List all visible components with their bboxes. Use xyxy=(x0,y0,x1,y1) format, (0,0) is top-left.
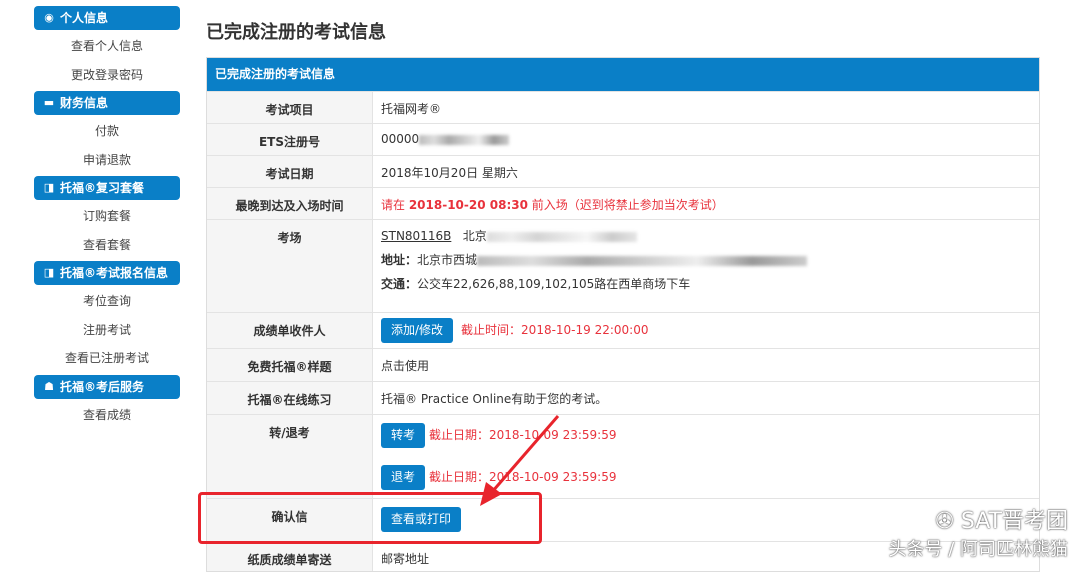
label: 考试日期 xyxy=(207,156,373,187)
sidebar-item[interactable]: 查看个人信息 xyxy=(34,34,180,63)
value: 托福网考® xyxy=(381,102,442,116)
redacted xyxy=(419,134,510,145)
section-title: 托福®复习套餐 xyxy=(60,181,145,195)
sidebar-item[interactable]: 注册考试 xyxy=(34,318,180,347)
book-icon: ◨ xyxy=(43,181,55,194)
traffic: 公交车22,626,88,109,102,105路在西单商场下车 xyxy=(417,277,691,291)
label: 最晚到达及入场时间 xyxy=(207,188,373,219)
book-icon: ◨ xyxy=(43,266,55,279)
wechat-icon: ✇ xyxy=(935,509,961,534)
add-edit-button[interactable]: 添加/修改 xyxy=(381,318,454,343)
row-practice: 托福®在线练习 托福® Practice Online有助于您的考试。 xyxy=(207,381,1039,414)
label: 考场 xyxy=(207,220,373,312)
transfer-button[interactable]: 转考 xyxy=(381,423,426,448)
sidebar-section-header[interactable]: ◉ 个人信息 xyxy=(34,6,180,30)
value: 00000 xyxy=(381,132,420,146)
sidebar-item[interactable]: 考位查询 xyxy=(34,289,180,318)
sidebar-item[interactable]: 申请退款 xyxy=(34,148,180,177)
value: 2018年10月20日 星期六 xyxy=(381,166,518,180)
sidebar-section-header[interactable]: ☗ 托福®考后服务 xyxy=(34,374,180,399)
addr-label: 地址： xyxy=(381,253,418,267)
sample-link[interactable]: 点击使用 xyxy=(373,349,1039,381)
sidebar-section-header[interactable]: ◨ 托福®复习套餐 xyxy=(34,176,180,200)
credit-card-icon: ▬ xyxy=(43,96,55,109)
sidebar-item[interactable]: 订购套餐 xyxy=(34,204,180,233)
addr: 北京市西城 xyxy=(417,253,478,267)
section-title: 财务信息 xyxy=(60,96,109,110)
arrival-time: 2018-10-20 08:30 xyxy=(408,198,528,212)
row-venue: 考场 STN80116B 北京 地址：北京市西城 交通：公交车22,626,88… xyxy=(207,219,1039,312)
label: 成绩单收件人 xyxy=(207,313,373,348)
watermark-title: ✇ SAT晋考团 xyxy=(935,503,1068,535)
section-title: 个人信息 xyxy=(60,11,109,25)
panel-header: 已完成注册的考试信息 xyxy=(207,58,1039,91)
row-exam-item: 考试项目 托福网考® xyxy=(207,91,1039,123)
deadline: 截止时间：2018-10-19 22:00:00 xyxy=(461,323,649,337)
sidebar-item[interactable]: 查看已注册考试 xyxy=(34,346,180,375)
row-exam-date: 考试日期 2018年10月20日 星期六 xyxy=(207,155,1039,187)
row-ets-number: ETS注册号 00000 xyxy=(207,123,1039,155)
sidebar-item[interactable]: 更改登录密码 xyxy=(34,63,180,92)
page-title: 已完成注册的考试信息 xyxy=(206,22,386,43)
sidebar-item[interactable]: 付款 xyxy=(34,119,180,148)
sidebar-section-header[interactable]: ◨ 托福®考试报名信息 xyxy=(34,261,180,285)
label: 免费托福®样题 xyxy=(207,349,373,381)
watermark-author: 头条号 / 阿司匹林熊猫 xyxy=(888,539,1068,560)
hand-icon: ☗ xyxy=(44,379,54,393)
row-sample: 免费托福®样题 点击使用 xyxy=(207,348,1039,381)
row-transfer: 转/退考 转考 截止日期：2018-10-09 23:59:59 退考 截止日期：2… xyxy=(207,414,1039,498)
venue-code-link[interactable]: STN80116B xyxy=(381,229,451,243)
section-title: 托福®考试报名信息 xyxy=(60,266,169,280)
redacted xyxy=(477,255,808,266)
value: 请在 xyxy=(381,198,409,212)
sidebar-item[interactable]: 查看套餐 xyxy=(34,233,180,262)
label: 托福®在线练习 xyxy=(207,382,373,414)
user-circle-icon: ◉ xyxy=(44,11,54,24)
traffic-label: 交通： xyxy=(381,277,418,291)
section-title: 托福®考后服务 xyxy=(60,379,145,394)
red-arrow-annotation xyxy=(480,415,560,506)
label: 考试项目 xyxy=(207,92,373,123)
venue-city: 北京 xyxy=(462,229,487,243)
label: ETS注册号 xyxy=(207,124,373,155)
redacted xyxy=(486,231,637,242)
sidebar-section-header[interactable]: ▬ 财务信息 xyxy=(34,91,180,115)
watermark-text: SAT晋考团 xyxy=(960,509,1068,534)
value: 前入场（迟到将禁止参加当次考试） xyxy=(527,198,724,212)
row-recipient: 成绩单收件人 添加/修改 截止时间：2018-10-19 22:00:00 xyxy=(207,312,1039,348)
label: 纸质成绩单寄送 xyxy=(207,542,373,571)
cancel-exam-button[interactable]: 退考 xyxy=(381,465,426,490)
row-arrival: 最晚到达及入场时间 请在 2018-10-20 08:30 前入场（迟到将禁止参… xyxy=(207,187,1039,219)
sidebar: ◉ 个人信息查看个人信息 更改登录密码 ▬ 财务信息付款 申请退款 ◨ 托福®复习套餐订购套餐… xyxy=(34,6,180,431)
label: 转/退考 xyxy=(207,415,373,498)
sidebar-item[interactable]: 查看成绩 xyxy=(34,403,180,432)
